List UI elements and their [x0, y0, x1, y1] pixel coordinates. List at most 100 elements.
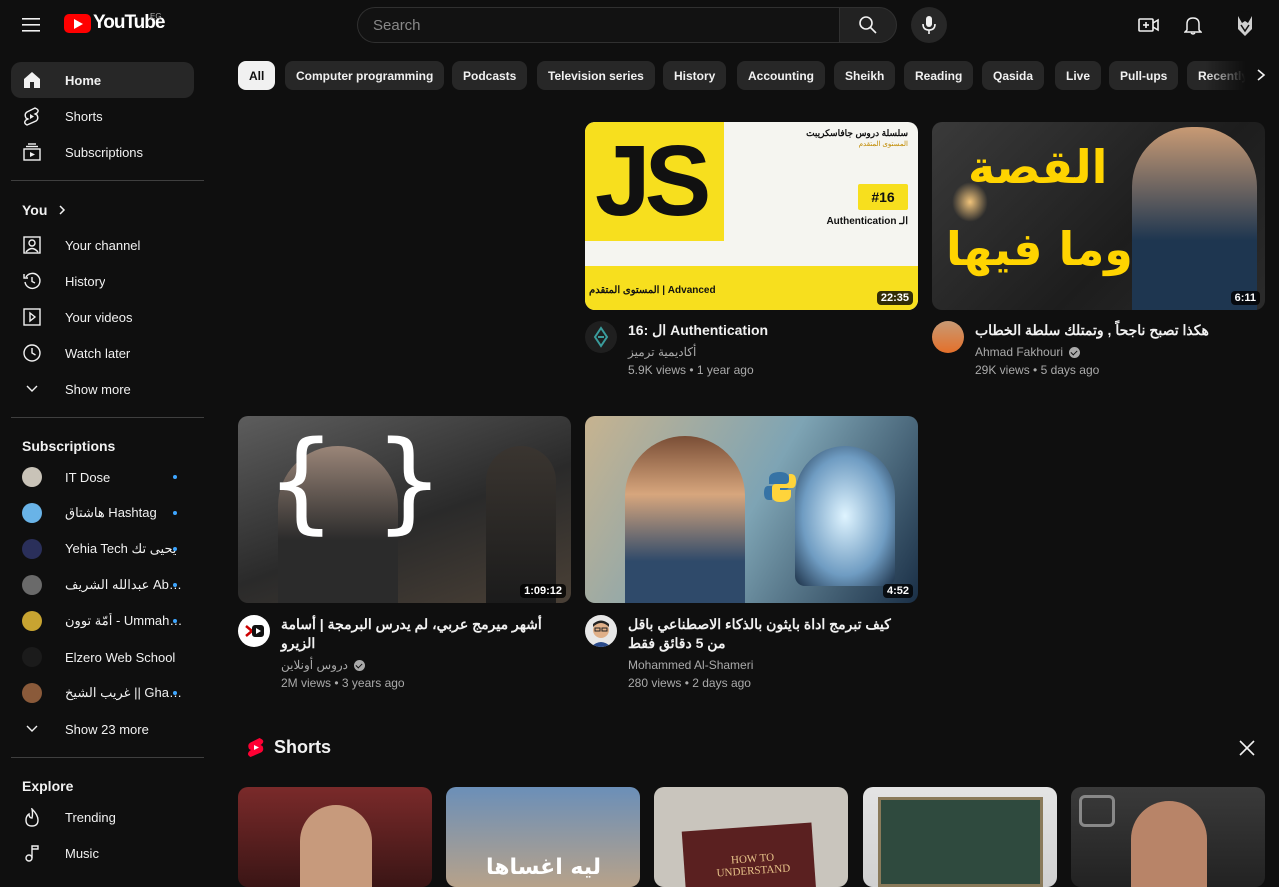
video-thumbnail[interactable]: 4:52: [585, 416, 918, 603]
filter-chip[interactable]: Reading: [904, 61, 974, 90]
sidebar-item-music[interactable]: Music: [11, 835, 194, 871]
thumb-robot: [795, 446, 895, 586]
sidebar-item-home[interactable]: Home: [11, 62, 194, 98]
video-thumbnail[interactable]: القصة وما فيها 6:11: [932, 122, 1265, 310]
filter-chip[interactable]: Qasida: [982, 61, 1045, 90]
channel-name[interactable]: Ahmad Fakhouri: [975, 345, 1081, 359]
thumb-series-text: سلسلة دروس جافاسكريبت: [806, 128, 908, 138]
sidebar: Home Shorts Subscriptions You Your chann…: [0, 56, 216, 879]
sidebar-item-your-videos[interactable]: Your videos: [11, 299, 194, 335]
video-title[interactable]: كيف تبرمج اداة بايثون بالذكاء الاصطناعي …: [628, 615, 903, 653]
sidebar-item-label: Show more: [65, 381, 131, 397]
sidebar-show-more-subscriptions[interactable]: Show 23 more: [11, 711, 194, 747]
filter-chip[interactable]: Computer programming: [285, 61, 445, 90]
channel-avatar: [22, 611, 42, 631]
you-section-heading[interactable]: You: [22, 202, 68, 218]
filter-chip[interactable]: Live: [1055, 61, 1102, 90]
channel-name[interactable]: Mohammed Al-Shameri: [628, 658, 753, 672]
video-duration: 1:09:12: [520, 584, 566, 598]
filter-chip[interactable]: Sheikh: [834, 61, 896, 90]
avatar-icon: [1231, 11, 1259, 39]
filter-chip[interactable]: All: [238, 61, 276, 90]
account-avatar[interactable]: [1229, 9, 1261, 41]
short-card[interactable]: ليه اغساها: [446, 787, 640, 887]
youtube-play-icon: [64, 13, 91, 33]
sidebar-subscription-item[interactable]: Elzero Web School: [11, 639, 194, 675]
filter-chip[interactable]: Television series: [537, 61, 655, 90]
voice-search-button[interactable]: [911, 7, 947, 43]
thumb-banner-text: المستوى المتقدم | Advanced: [589, 285, 716, 296]
short-card[interactable]: HOW TO UNDERSTAND: [654, 787, 848, 887]
create-video-icon: [1138, 18, 1159, 32]
filter-chip[interactable]: Pull-ups: [1109, 61, 1179, 90]
new-content-dot: [173, 475, 177, 479]
menu-icon[interactable]: [16, 9, 48, 41]
shorts-icon: [22, 106, 42, 126]
sidebar-item-label: Watch later: [65, 345, 131, 361]
chips-next-button[interactable]: [1248, 62, 1274, 88]
shorts-shelf-header: Shorts: [247, 737, 331, 758]
shorts-heading: Shorts: [274, 737, 332, 757]
thumb-banner: المستوى المتقدم | Advanced: [585, 266, 918, 310]
upload-age: 5 days ago: [1040, 363, 1100, 377]
create-button[interactable]: [1133, 9, 1165, 41]
filter-chip[interactable]: History: [663, 61, 727, 90]
sidebar-show-more[interactable]: Show more: [11, 371, 194, 407]
sidebar-item-subscriptions[interactable]: Subscriptions: [11, 134, 194, 170]
channel-name[interactable]: أكاديمية ترميز: [628, 345, 696, 359]
sidebar-item-label: Subscriptions: [65, 144, 144, 160]
channel-name-text: Mohammed Al-Shameri: [628, 658, 754, 672]
channel-name[interactable]: دروس أونلاين: [281, 658, 366, 672]
channel-avatar[interactable]: [932, 321, 964, 353]
chevron-down-icon: [22, 379, 42, 399]
video-thumbnail[interactable]: JS سلسلة دروس جافاسكريبت المستوى المتقدم…: [585, 122, 918, 310]
view-count: 2M views: [281, 676, 332, 690]
sidebar-subscription-item[interactable]: Yehia Tech يحيى تك: [11, 531, 194, 567]
video-title[interactable]: هكذا تصبح ناجحاً , وتمتلك سلطة الخطاب: [975, 321, 1255, 340]
short-card[interactable]: [238, 787, 432, 887]
watch-later-icon: [22, 343, 42, 363]
channel-avatar[interactable]: [238, 615, 270, 647]
home-icon: [22, 70, 42, 90]
search-button[interactable]: [839, 7, 897, 43]
thumb-episode-badge: #16: [858, 184, 908, 210]
channel-avatar: [22, 467, 42, 487]
sidebar-subscription-item[interactable]: IT Dose: [11, 459, 194, 495]
sidebar-subscription-item[interactable]: هاشتاق Hashtag: [11, 495, 194, 531]
short-card[interactable]: [863, 787, 1057, 887]
view-count: 280 views: [628, 676, 682, 690]
video-meta: 2M views • 3 years ago: [281, 676, 405, 690]
view-count: 5.9K views: [628, 363, 687, 377]
upload-age: 2 days ago: [692, 676, 751, 690]
shorts-dismiss-button[interactable]: [1235, 736, 1259, 760]
channel-avatar[interactable]: [585, 615, 617, 647]
filter-chip[interactable]: Accounting: [737, 61, 825, 90]
sidebar-item-your-channel[interactable]: Your channel: [11, 227, 194, 263]
video-title[interactable]: أشهر ميرمج عربي، لم يدرس البرمجة | أسامة…: [281, 615, 556, 653]
sidebar-item-trending[interactable]: Trending: [11, 799, 194, 835]
sidebar-subscription-item[interactable]: غريب الشيخ || Gharib: [11, 675, 194, 711]
sidebar-subscription-item[interactable]: أمّة توون - Ummah Toon: [11, 603, 194, 639]
short-card[interactable]: [1071, 787, 1265, 887]
video-title[interactable]: 16: ال Authentication: [628, 321, 908, 340]
chevron-down-icon: [22, 719, 42, 739]
channel-name-text: أكاديمية ترميز: [628, 345, 697, 359]
short-logo: [1079, 795, 1115, 827]
channel-avatar[interactable]: [585, 321, 617, 353]
filter-chip[interactable]: Podcasts: [452, 61, 528, 90]
video-thumbnail[interactable]: { } 1:09:12: [238, 416, 571, 603]
search-input[interactable]: [373, 16, 840, 34]
notifications-button[interactable]: [1177, 9, 1209, 41]
chevron-right-icon: [59, 205, 66, 215]
sidebar-item-watch-later[interactable]: Watch later: [11, 335, 194, 371]
microphone-icon: [922, 16, 936, 34]
channel-avatar: [22, 647, 42, 667]
video-meta: 280 views • 2 days ago: [628, 676, 751, 690]
new-content-dot: [173, 691, 177, 695]
sidebar-item-shorts[interactable]: Shorts: [11, 98, 194, 134]
shorts-logo-icon: [247, 738, 264, 757]
sidebar-item-label: عبدالله الشريف Abdullah: [65, 577, 183, 592]
sidebar-subscription-item[interactable]: عبدالله الشريف Abdullah: [11, 567, 194, 603]
thumb-title-line1: القصة: [968, 140, 1108, 194]
sidebar-item-history[interactable]: History: [11, 263, 194, 299]
